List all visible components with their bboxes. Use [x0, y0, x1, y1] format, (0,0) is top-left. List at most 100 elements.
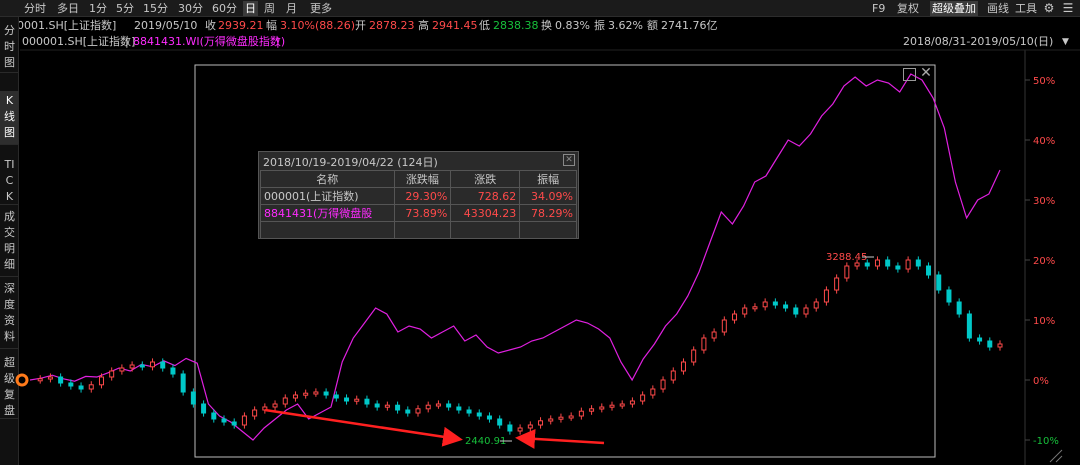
candle-body — [680, 361, 686, 372]
candle-body — [966, 313, 972, 339]
candle-body — [915, 259, 921, 267]
open-value: 2878.23 — [369, 19, 415, 32]
close-icon[interactable]: ✕ — [563, 154, 575, 166]
candle-body — [456, 406, 462, 411]
left-tab-label: 成交明细 — [4, 210, 15, 271]
candle-body — [711, 331, 717, 339]
y-tick-label: 40% — [1033, 136, 1055, 147]
period-tab[interactable]: 更多 — [308, 1, 334, 16]
legend-overlay[interactable]: 8841431.WI(万得微盘股指数) — [133, 34, 285, 50]
candle-body — [589, 408, 595, 412]
quote-date: 2019/05/10 — [134, 19, 198, 32]
left-tab[interactable]: 分时图 — [0, 21, 19, 73]
legend-overlay-tail: | — [276, 35, 280, 48]
resize-handle — [1049, 449, 1063, 463]
candle-body — [180, 373, 186, 393]
candle-body — [78, 385, 84, 390]
fuquan-button[interactable]: 复权 — [895, 1, 921, 16]
candle-body — [262, 406, 268, 411]
candle-body — [150, 361, 156, 368]
legend-separator: | — [125, 35, 129, 48]
candle-body — [895, 265, 901, 270]
left-tab[interactable]: 超级复盘 — [0, 353, 19, 419]
f9-button[interactable]: F9 — [870, 1, 887, 16]
gear-icon[interactable]: ⚙ — [1041, 1, 1057, 16]
range-stats-title: 2018/10/19-2019/04/22 (124日) — [263, 156, 438, 169]
candle-body — [609, 404, 615, 408]
empty-cell — [393, 221, 452, 239]
candle-body — [926, 265, 932, 276]
candle-body — [119, 367, 125, 372]
candle-body — [395, 404, 401, 411]
candle-body — [660, 379, 666, 390]
tools-button[interactable]: 工具 — [1013, 1, 1039, 16]
candle-body — [956, 301, 962, 315]
left-tab[interactable]: 深度资料 — [0, 279, 19, 349]
y-tick-label: 50% — [1033, 76, 1055, 87]
left-tabs: 分时图 K线图 TICK 成交明细深度资料超级复盘 — [0, 17, 19, 465]
candle-body — [599, 406, 605, 410]
period-tab[interactable]: 多日 — [55, 1, 81, 16]
candle-body — [507, 424, 513, 432]
close-label: 收 — [205, 19, 216, 32]
candle-body — [354, 398, 360, 402]
table-row — [260, 221, 577, 239]
left-tab[interactable]: 成交明细 — [0, 207, 19, 277]
candle-body — [905, 259, 911, 270]
candle-body — [292, 394, 298, 399]
candle-body — [58, 376, 64, 384]
candle-body — [629, 400, 635, 405]
candle-body — [864, 262, 870, 267]
candle-body — [997, 343, 1003, 348]
candle-body — [364, 398, 370, 405]
maximize-icon[interactable] — [903, 68, 916, 81]
candle-body — [558, 416, 564, 420]
candle-body — [527, 424, 533, 429]
period-tab[interactable]: 1分 — [87, 1, 109, 16]
period-tab[interactable]: 30分 — [176, 1, 205, 16]
left-tab[interactable]: K线图 — [0, 91, 19, 145]
period-tab[interactable]: 60分 — [210, 1, 239, 16]
period-tab[interactable]: 周 — [262, 1, 277, 16]
menu-icon[interactable]: ☰ — [1060, 1, 1076, 16]
amount-value: 2741.76亿 — [661, 19, 718, 32]
candle-body — [252, 409, 258, 417]
turnover-value: 0.83% — [555, 19, 590, 32]
candle-body — [813, 301, 819, 309]
draw-line-button[interactable]: 画线 — [985, 1, 1011, 16]
candle-body — [538, 420, 544, 426]
candle-body — [834, 277, 840, 291]
amount-label: 额 — [647, 19, 658, 32]
candle-body — [170, 367, 176, 375]
row-chg: 728.62 — [450, 187, 521, 205]
candle-body — [415, 408, 421, 414]
period-tab[interactable]: 日 — [243, 1, 258, 16]
candle-body — [333, 394, 339, 399]
candle-body — [231, 421, 237, 426]
candle-body — [405, 409, 411, 414]
row-amp: 78.29% — [519, 204, 577, 222]
high-value: 2941.45 — [432, 19, 478, 32]
candle-body — [721, 319, 727, 333]
super-overlay-button[interactable]: 超级叠加 — [930, 1, 978, 16]
left-tab[interactable]: TICK — [0, 155, 19, 205]
period-tab[interactable]: 5分 — [114, 1, 136, 16]
table-header-row: 名称 涨跌幅 涨跌 振幅 — [260, 170, 577, 188]
table-row: 8841431(万得微盘股 73.89% 43304.23 78.29% — [260, 204, 577, 222]
range-dropdown-icon[interactable]: ▼ — [1062, 34, 1069, 50]
resize-handle — [1055, 455, 1063, 463]
candle-body — [752, 306, 758, 310]
close-selection-icon[interactable]: ✕ — [919, 66, 933, 80]
candle-body — [987, 340, 993, 348]
candle-body — [129, 364, 135, 369]
candle-body — [313, 391, 319, 395]
empty-cell — [519, 221, 577, 239]
candle-body — [221, 418, 227, 423]
candle-body — [476, 412, 482, 417]
candle-body — [47, 376, 53, 380]
candle-body — [374, 403, 380, 408]
period-tab[interactable]: 15分 — [141, 1, 170, 16]
candle-body — [936, 274, 942, 291]
period-tab[interactable]: 分时 — [22, 1, 48, 16]
period-tab[interactable]: 月 — [284, 1, 299, 16]
